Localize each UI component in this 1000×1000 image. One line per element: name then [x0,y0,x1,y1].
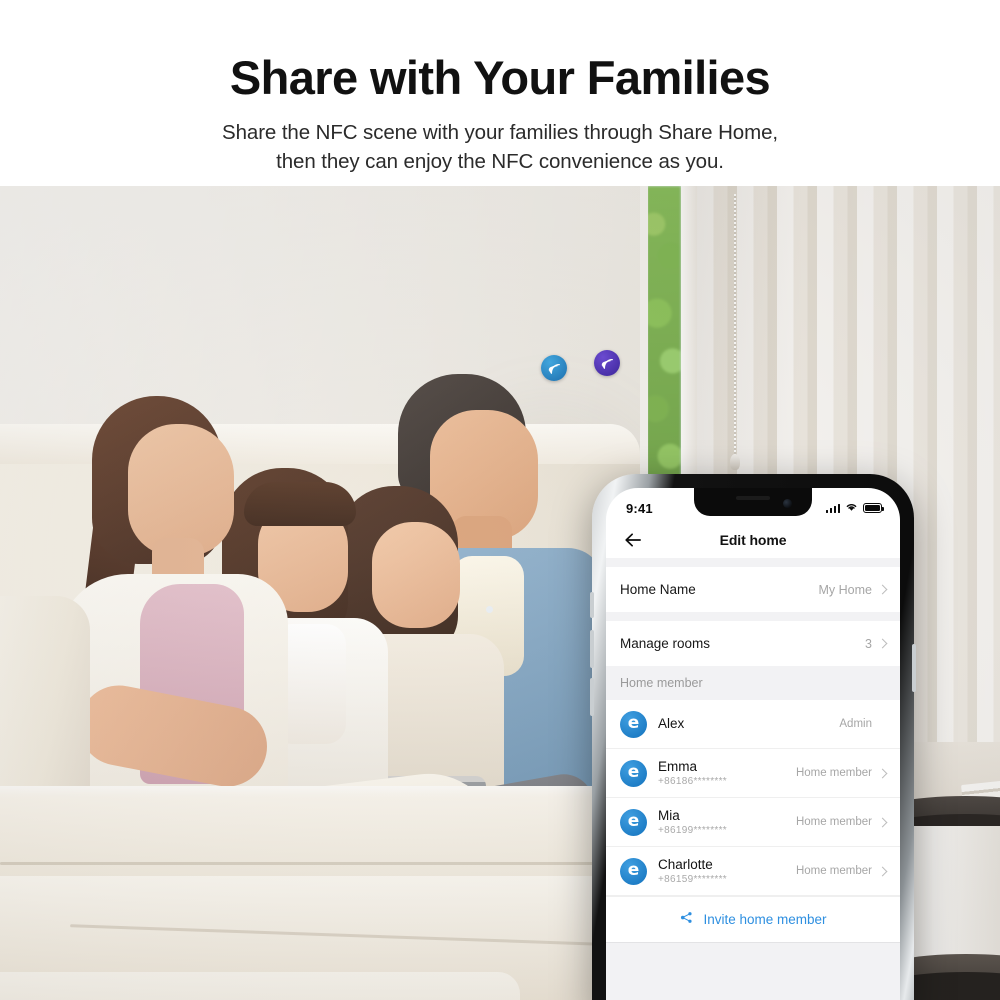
blind-pull-cord [734,194,736,456]
header-banner: Share with Your Families Share the NFC s… [0,0,1000,186]
list-item[interactable]: e Mia +86199******** Home member [606,798,900,847]
nfc-tag-blue-icon[interactable] [541,355,567,381]
row-home-name-label: Home Name [620,582,696,597]
shirt-button [486,606,493,613]
phone-volume-up-button[interactable] [590,630,594,668]
home-member-list: e Alex Admin e Emma +86186******** Home … [606,700,900,896]
page-root: Share with Your Families Share the NFC s… [0,0,1000,1000]
status-badge: Home member [795,767,872,779]
phone-volume-down-button[interactable] [590,678,594,716]
wifi-icon [845,499,858,517]
status-badge: Home member [795,865,872,877]
invite-home-member-button[interactable]: Invite home member [606,896,900,942]
chevron-right-icon [877,866,888,876]
row-manage-rooms-value: 3 [865,636,872,651]
chevron-right-icon [877,768,888,778]
window-foliage [647,186,681,504]
page-subtitle-line-1: Share the NFC scene with your families t… [222,121,778,144]
person-girl-bangs [244,482,356,526]
content-bottom-area [606,943,900,1000]
sofa-seam [0,862,620,865]
sofa-ottoman [0,972,520,1000]
invite-home-member-label: Invite home member [703,912,827,927]
row-manage-rooms[interactable]: Manage rooms 3 [606,621,900,666]
avatar: e [620,808,647,836]
window-frame-right [681,186,697,516]
row-manage-rooms-label: Manage rooms [620,636,711,651]
phone-silent-switch[interactable] [590,592,594,618]
screen-title: Edit home [719,532,787,548]
member-info: Charlotte +86159******** [658,857,796,885]
page-subtitle-line-2: then they can enjoy the NFC convenience … [276,150,724,174]
nfc-tag-purple-icon[interactable] [594,350,620,376]
app-navigation-bar: Edit home [606,522,900,558]
member-info: Mia +86199******** [658,808,796,836]
person-boy-face [372,522,460,628]
list-item[interactable]: e Alex Admin [606,700,900,749]
cellular-signal-icon [825,503,840,513]
page-title: Share with Your Families [229,51,771,104]
section-spacer [606,558,900,567]
member-phone: +86186******** [658,776,727,788]
avatar: e [620,759,647,787]
window-frame-left [640,186,648,516]
smartphone-mockup: 9:41 Edit home Home Name My Home Manage … [590,474,916,1000]
phone-screen: 9:41 Edit home Home Name My Home Manage … [606,488,900,1000]
person-mother-face [128,424,234,556]
blind-cord-weight [730,454,740,470]
section-spacer [606,612,900,621]
row-home-name-value: My Home [818,582,872,597]
status-time: 9:41 [626,500,653,516]
status-badge: Home member [795,816,872,828]
member-name: Alex [658,715,685,731]
status-badge: Admin [839,718,872,730]
chevron-right-icon [877,817,888,827]
member-name: Charlotte [658,856,713,872]
settings-group: Home Name My Home [606,567,900,612]
page-subtitle: Share the NFC scene with your families t… [0,101,1000,176]
row-home-name[interactable]: Home Name My Home [606,567,900,612]
chevron-right-icon [877,638,888,649]
settings-group: Manage rooms 3 [606,621,900,666]
member-info: Emma +86186******** [658,759,796,787]
settings-content: Home Name My Home Manage rooms 3 Home me… [606,558,900,1000]
status-icon-group [825,499,885,517]
member-phone: +86159******** [658,874,727,886]
member-name: Mia [658,807,680,823]
list-item[interactable]: e Charlotte +86159******** Home member [606,847,900,896]
phone-power-button[interactable] [912,644,916,692]
battery-full-icon [863,503,885,513]
avatar: e [620,710,647,738]
list-item[interactable]: e Emma +86186******** Home member [606,749,900,798]
back-arrow-icon[interactable] [620,527,646,553]
member-info: Alex [658,716,839,732]
status-bar: 9:41 [606,488,900,522]
share-icon [679,910,694,930]
member-phone: +86199******** [658,825,727,837]
home-member-section-header: Home member [606,666,900,700]
avatar: e [620,857,647,885]
member-name: Emma [658,758,698,774]
chevron-right-icon [877,584,888,595]
